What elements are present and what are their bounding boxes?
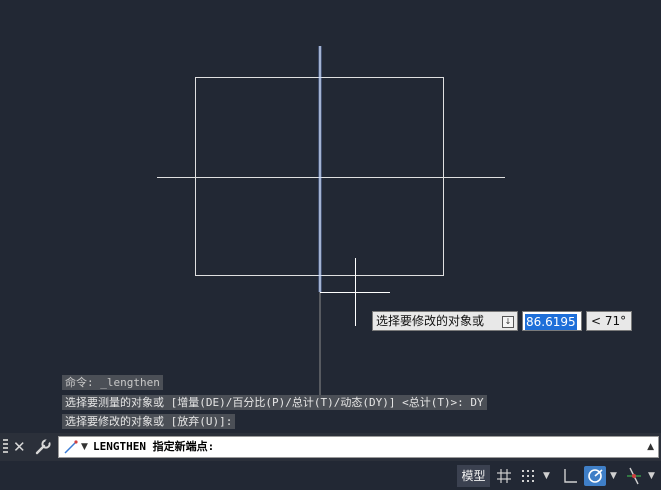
command-history-line: 命令: _lengthen (62, 375, 163, 390)
dynamic-input-angle[interactable]: < 71° (586, 311, 632, 331)
dynamic-input-length[interactable]: 86.6195 (522, 311, 582, 331)
line-command-icon (64, 440, 78, 454)
chevron-down-icon[interactable]: ▼ (81, 438, 88, 456)
object-snap-icon[interactable] (625, 466, 643, 486)
wrench-icon[interactable] (34, 438, 52, 456)
polar-tracking-icon[interactable] (584, 466, 606, 486)
command-prompt-text: LENGTHEN 指定新端点: (93, 440, 215, 453)
chevron-up-icon[interactable]: ▲ (647, 438, 654, 456)
grid-icon[interactable] (495, 466, 513, 486)
dynamic-input-prompt: 选择要修改的对象或 ↓ (372, 311, 518, 331)
command-history-line: 选择要修改的对象或 [放弃(U)]: (62, 414, 236, 429)
command-line-bar: ✕ ▼ LENGTHEN 指定新端点: ▲ (0, 433, 661, 461)
command-input[interactable]: ▼ LENGTHEN 指定新端点: ▲ (58, 436, 659, 458)
chevron-down-icon[interactable]: ▼ (648, 466, 655, 486)
grip-icon[interactable] (3, 439, 8, 455)
chevron-down-icon[interactable]: ▼ (543, 466, 550, 486)
ortho-icon[interactable] (561, 466, 579, 486)
chevron-down-icon[interactable]: ▼ (610, 466, 617, 486)
down-arrow-icon[interactable]: ↓ (502, 316, 514, 328)
dynamic-prompt-text: 选择要修改的对象或 (376, 314, 485, 328)
command-history-line: 选择要测量的对象或 [增量(DE)/百分比(P)/总计(T)/动态(DY)] <… (62, 395, 487, 410)
status-bar: 模型 ▼ ▼ ▼ (0, 461, 661, 490)
model-tab[interactable]: 模型 (457, 465, 490, 487)
close-icon[interactable]: ✕ (13, 437, 26, 457)
angle-value[interactable]: < 71° (591, 314, 626, 328)
length-value[interactable]: 86.6195 (525, 314, 577, 330)
snap-icon[interactable] (519, 466, 537, 486)
